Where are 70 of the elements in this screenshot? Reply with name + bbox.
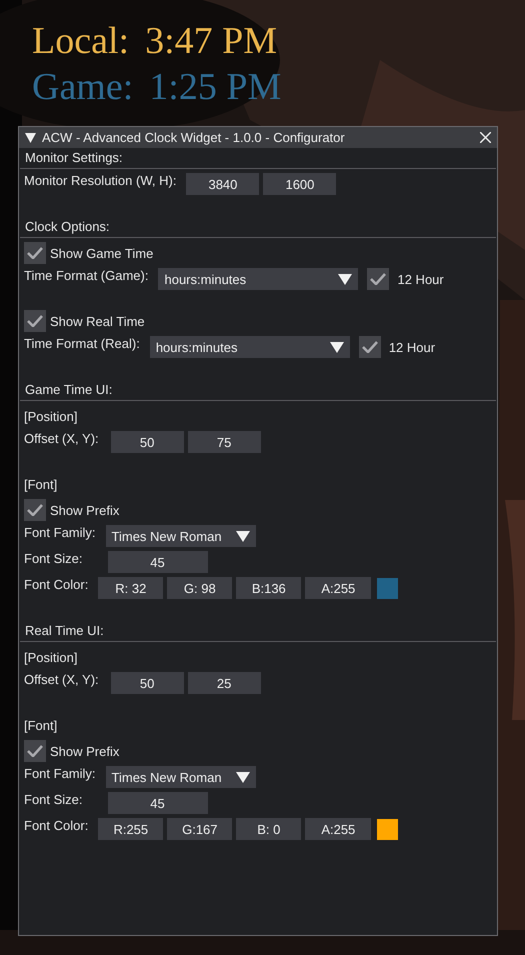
subsection-label: [Position] [24,650,78,664]
checkbox[interactable] [24,242,46,264]
section-heading: Monitor Settings: [25,150,123,165]
input-field[interactable]: 50 [110,431,184,453]
field-label: Time Format (Real): [24,336,140,351]
input-field[interactable]: G: 98 [167,577,232,599]
dropdown[interactable]: hours:minutes [158,268,358,290]
input-field[interactable]: A:255 [305,577,372,599]
check-icon [362,341,378,353]
field-label: Font Size: [24,792,83,807]
input-field[interactable]: B: 0 [236,818,302,840]
caret-icon [236,772,250,782]
input-field[interactable]: A:255 [305,818,372,840]
subsection-label: [Position] [24,408,78,424]
input-field[interactable]: 45 [108,792,208,814]
check-icon [370,273,386,285]
input-field[interactable]: B:136 [236,577,302,599]
field-label: Font Color: [24,818,88,833]
caret-icon [330,342,344,352]
checkbox-label: Show Real Time [50,314,145,328]
field-label: Offset (X, Y): [24,672,99,687]
clock-time: 3:47 PM [145,19,278,64]
input-field[interactable]: 75 [188,431,261,453]
close-icon[interactable] [480,132,491,143]
input-field[interactable]: 45 [108,551,208,573]
dropdown[interactable]: Times New Roman [106,525,256,547]
field-label: Time Format (Game): [24,268,148,283]
field-label: Font Family: [24,766,96,781]
subsection-label: [Font] [24,476,58,492]
checkbox[interactable] [367,268,390,290]
checkbox-label: 12 Hour [388,340,436,354]
checkbox-label: Show Prefix [50,744,120,758]
checkbox-label: Show Prefix [50,502,120,518]
section-heading: Game Time UI: [25,382,112,397]
subsection-label: [Font] [24,718,58,732]
input-field[interactable]: 1600 [263,173,336,195]
clock-prefix: Game: [32,65,134,110]
check-icon [27,247,43,259]
dropdown[interactable]: Times New Roman [106,766,256,788]
field-label: Font Family: [24,525,96,540]
checkbox[interactable] [358,336,381,358]
check-icon [27,745,43,757]
collapse-triangle-icon[interactable] [25,132,36,142]
field-label: Font Color: [24,577,88,592]
check-icon [27,504,43,516]
checkbox[interactable] [24,499,46,521]
caret-icon [338,274,352,284]
section-heading: Real Time UI: [25,623,104,638]
input-field[interactable]: 50 [110,672,184,694]
input-field[interactable]: 25 [188,672,261,694]
field-label: Monitor Resolution (W, H): [24,173,176,188]
checkbox-label: 12 Hour [397,272,444,286]
check-icon [27,315,43,327]
checkbox-label: Show Game Time [50,246,154,260]
window-title: ACW - Advanced Clock Widget - 1.0.0 - Configurator [42,130,346,145]
caret-icon [236,530,250,542]
input-field[interactable]: R:255 [98,818,164,840]
color-swatch[interactable] [377,578,398,598]
input-field[interactable]: G:167 [167,818,232,840]
field-label: Font Size: [24,551,83,566]
field-label: Offset (X, Y): [24,431,99,446]
color-swatch[interactable] [377,818,398,840]
section-heading: Clock Options: [25,219,110,234]
input-field[interactable]: 3840 [186,173,260,195]
checkbox[interactable] [24,310,46,332]
clock-time: 1:25 PM [149,65,282,110]
dropdown[interactable]: hours:minutes [150,336,350,358]
checkbox[interactable] [24,740,46,762]
input-field[interactable]: R: 32 [98,577,164,599]
clock-prefix: Local: [32,19,130,64]
